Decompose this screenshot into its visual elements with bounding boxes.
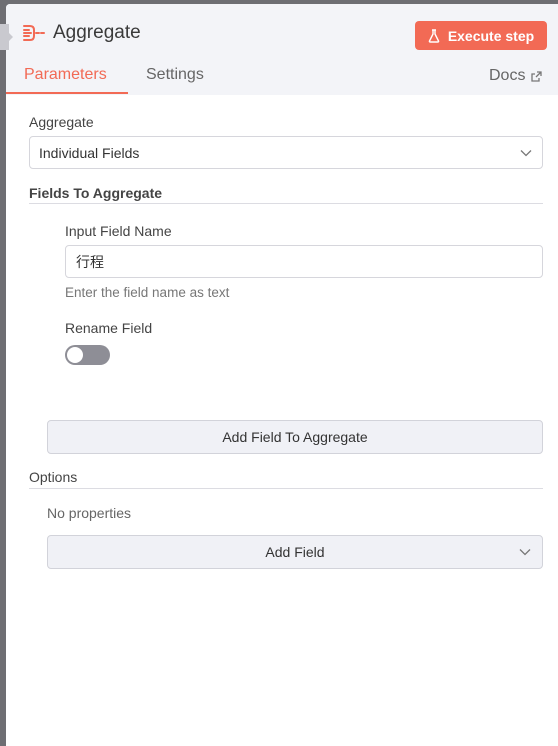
input-field-name-label: Input Field Name bbox=[65, 223, 172, 239]
chevron-down-icon bbox=[519, 549, 531, 556]
no-properties-text: No properties bbox=[47, 505, 132, 521]
input-field-name-hint: Enter the field name as text bbox=[65, 285, 230, 300]
section-divider bbox=[29, 203, 543, 204]
add-field-label: Add Field bbox=[265, 544, 325, 560]
toggle-knob bbox=[67, 347, 83, 363]
active-tab-indicator bbox=[6, 92, 128, 94]
tab-settings[interactable]: Settings bbox=[146, 66, 204, 84]
node-settings-panel: Aggregate Execute step Parameters Settin… bbox=[6, 4, 558, 746]
add-field-dropdown[interactable]: Add Field bbox=[47, 535, 543, 569]
options-divider bbox=[29, 488, 543, 489]
add-field-to-aggregate-button[interactable]: Add Field To Aggregate bbox=[47, 420, 543, 454]
fields-to-aggregate-title: Fields To Aggregate bbox=[29, 185, 163, 201]
docs-label: Docs bbox=[489, 67, 526, 84]
tab-parameters[interactable]: Parameters bbox=[24, 66, 107, 84]
aggregate-select[interactable]: Individual Fields bbox=[29, 136, 543, 169]
aggregate-label: Aggregate bbox=[29, 114, 94, 130]
panel-header: Aggregate Execute step Parameters Settin… bbox=[6, 4, 558, 95]
rename-field-label: Rename Field bbox=[65, 320, 153, 336]
execute-step-button[interactable]: Execute step bbox=[415, 21, 547, 50]
execute-step-label: Execute step bbox=[447, 27, 535, 44]
external-link-icon bbox=[531, 70, 543, 82]
panel-edge-arrow bbox=[6, 30, 13, 44]
chevron-down-icon bbox=[520, 149, 532, 156]
aggregate-select-value: Individual Fields bbox=[39, 144, 140, 161]
docs-link[interactable]: Docs bbox=[489, 67, 543, 85]
node-title: Aggregate bbox=[53, 22, 141, 43]
options-title: Options bbox=[29, 469, 78, 485]
rename-field-toggle[interactable] bbox=[65, 345, 110, 365]
aggregate-node-icon bbox=[23, 25, 45, 41]
input-field-name-input[interactable]: 行程 bbox=[65, 245, 543, 278]
flask-icon bbox=[428, 28, 440, 43]
